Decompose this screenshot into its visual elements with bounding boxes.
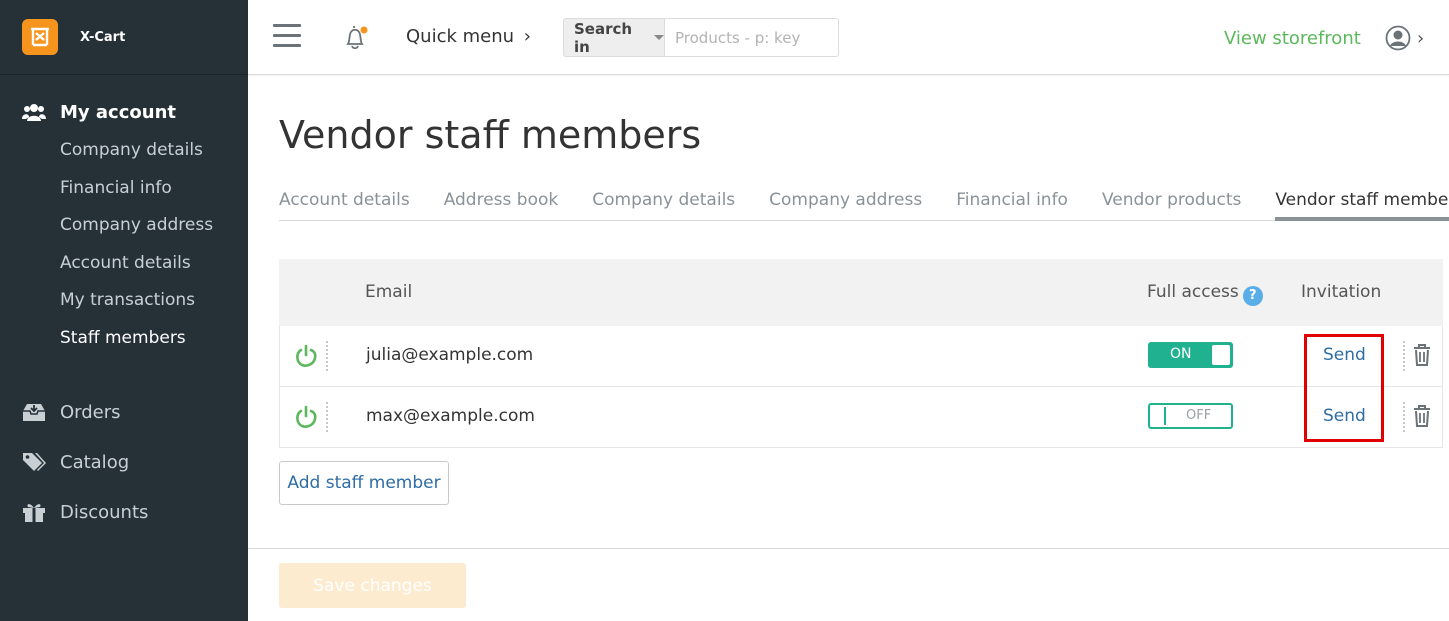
power-icon[interactable] (294, 344, 318, 368)
drag-handle[interactable] (326, 402, 328, 432)
sidebar-item-staff-members[interactable]: Staff members (0, 320, 248, 358)
drag-handle[interactable] (326, 341, 328, 371)
power-icon[interactable] (294, 405, 318, 429)
user-avatar-icon (1385, 25, 1411, 51)
gift-icon (22, 500, 46, 524)
sidebar-item-label: Orders (60, 401, 121, 423)
quick-menu-label: Quick menu (406, 26, 515, 47)
column-header-invitation: Invitation (1301, 282, 1382, 302)
hamburger-menu-icon[interactable] (273, 24, 301, 48)
table-row: max@example.com OFF Send (279, 387, 1443, 448)
page-title: Vendor staff members (279, 113, 702, 157)
trash-icon[interactable] (1412, 404, 1432, 428)
top-header: Quick menu › Search in View storefront › (248, 0, 1449, 75)
users-icon (22, 100, 46, 124)
help-icon[interactable]: ? (1242, 285, 1263, 306)
column-header-email: Email (365, 282, 413, 302)
inbox-icon (22, 400, 46, 424)
tab-company-details[interactable]: Company details (592, 190, 735, 221)
my-account-section: My account Company details Financial inf… (0, 92, 248, 357)
tab-financial-info[interactable]: Financial info (956, 190, 1068, 221)
save-changes-button[interactable]: Save changes (279, 563, 466, 608)
search-bar: Search in (563, 18, 839, 57)
sidebar-item-label: Catalog (60, 451, 130, 473)
main-nav: Orders Catalog Discounts (0, 387, 248, 537)
sidebar-item-company-details[interactable]: Company details (0, 132, 248, 170)
tab-company-address[interactable]: Company address (769, 190, 922, 221)
sidebar-item-orders[interactable]: Orders (0, 387, 248, 437)
send-invitation-link[interactable]: Send (1323, 406, 1366, 426)
sidebar-item-label: My account (60, 101, 176, 123)
sidebar: X-Cart My account Company details Financ… (0, 0, 248, 621)
footer-divider (248, 548, 1449, 549)
toggle-knob (1212, 345, 1230, 365)
staff-email: julia@example.com (366, 345, 534, 365)
full-access-toggle[interactable]: ON (1148, 342, 1233, 368)
user-menu[interactable]: › (1385, 25, 1424, 51)
tab-account-details[interactable]: Account details (279, 190, 410, 221)
staff-email: max@example.com (366, 406, 535, 426)
toggle-knob (1152, 407, 1166, 425)
full-access-toggle[interactable]: OFF (1148, 403, 1233, 429)
chevron-right-icon: › (523, 26, 531, 47)
sidebar-item-catalog[interactable]: Catalog (0, 437, 248, 487)
tab-address-book[interactable]: Address book (444, 190, 559, 221)
chevron-right-icon: › (1417, 27, 1425, 49)
row-separator (1403, 341, 1405, 371)
toggle-label: ON (1170, 346, 1192, 362)
sidebar-item-financial-info[interactable]: Financial info (0, 170, 248, 208)
search-scope-label: Search in (574, 19, 633, 56)
staff-table: Email Full access? Invitation julia@exam… (279, 259, 1443, 448)
full-access-label: Full access (1147, 282, 1239, 302)
trash-icon[interactable] (1412, 343, 1432, 367)
tab-vendor-products[interactable]: Vendor products (1102, 190, 1241, 221)
table-row: julia@example.com ON Send (279, 326, 1443, 387)
send-invitation-link[interactable]: Send (1323, 345, 1366, 365)
table-header: Email Full access? Invitation (279, 259, 1443, 326)
row-separator (1403, 402, 1405, 432)
view-storefront-link[interactable]: View storefront (1224, 28, 1361, 49)
tab-bar: Account details Address book Company det… (279, 190, 1449, 221)
sidebar-item-account-details[interactable]: Account details (0, 245, 248, 283)
search-scope-select[interactable]: Search in (563, 18, 664, 57)
tags-icon (22, 450, 46, 474)
toggle-label: OFF (1186, 408, 1212, 423)
sidebar-item-my-transactions[interactable]: My transactions (0, 282, 248, 320)
sidebar-item-company-address[interactable]: Company address (0, 207, 248, 245)
sidebar-item-discounts[interactable]: Discounts (0, 487, 248, 537)
sidebar-item-my-account[interactable]: My account (0, 92, 248, 132)
tab-vendor-staff-members[interactable]: Vendor staff members (1275, 190, 1449, 221)
bell-icon[interactable] (342, 24, 370, 52)
x-cart-logo-icon[interactable] (22, 19, 58, 55)
add-staff-member-button[interactable]: Add staff member (279, 461, 449, 505)
sidebar-item-label: Discounts (60, 501, 149, 523)
search-input[interactable] (664, 18, 839, 57)
quick-menu-button[interactable]: Quick menu › (406, 26, 531, 47)
column-header-full-access: Full access? (1147, 282, 1263, 306)
brand: X-Cart (0, 0, 248, 75)
caret-down-icon (654, 35, 664, 40)
brand-name: X-Cart (80, 29, 126, 45)
